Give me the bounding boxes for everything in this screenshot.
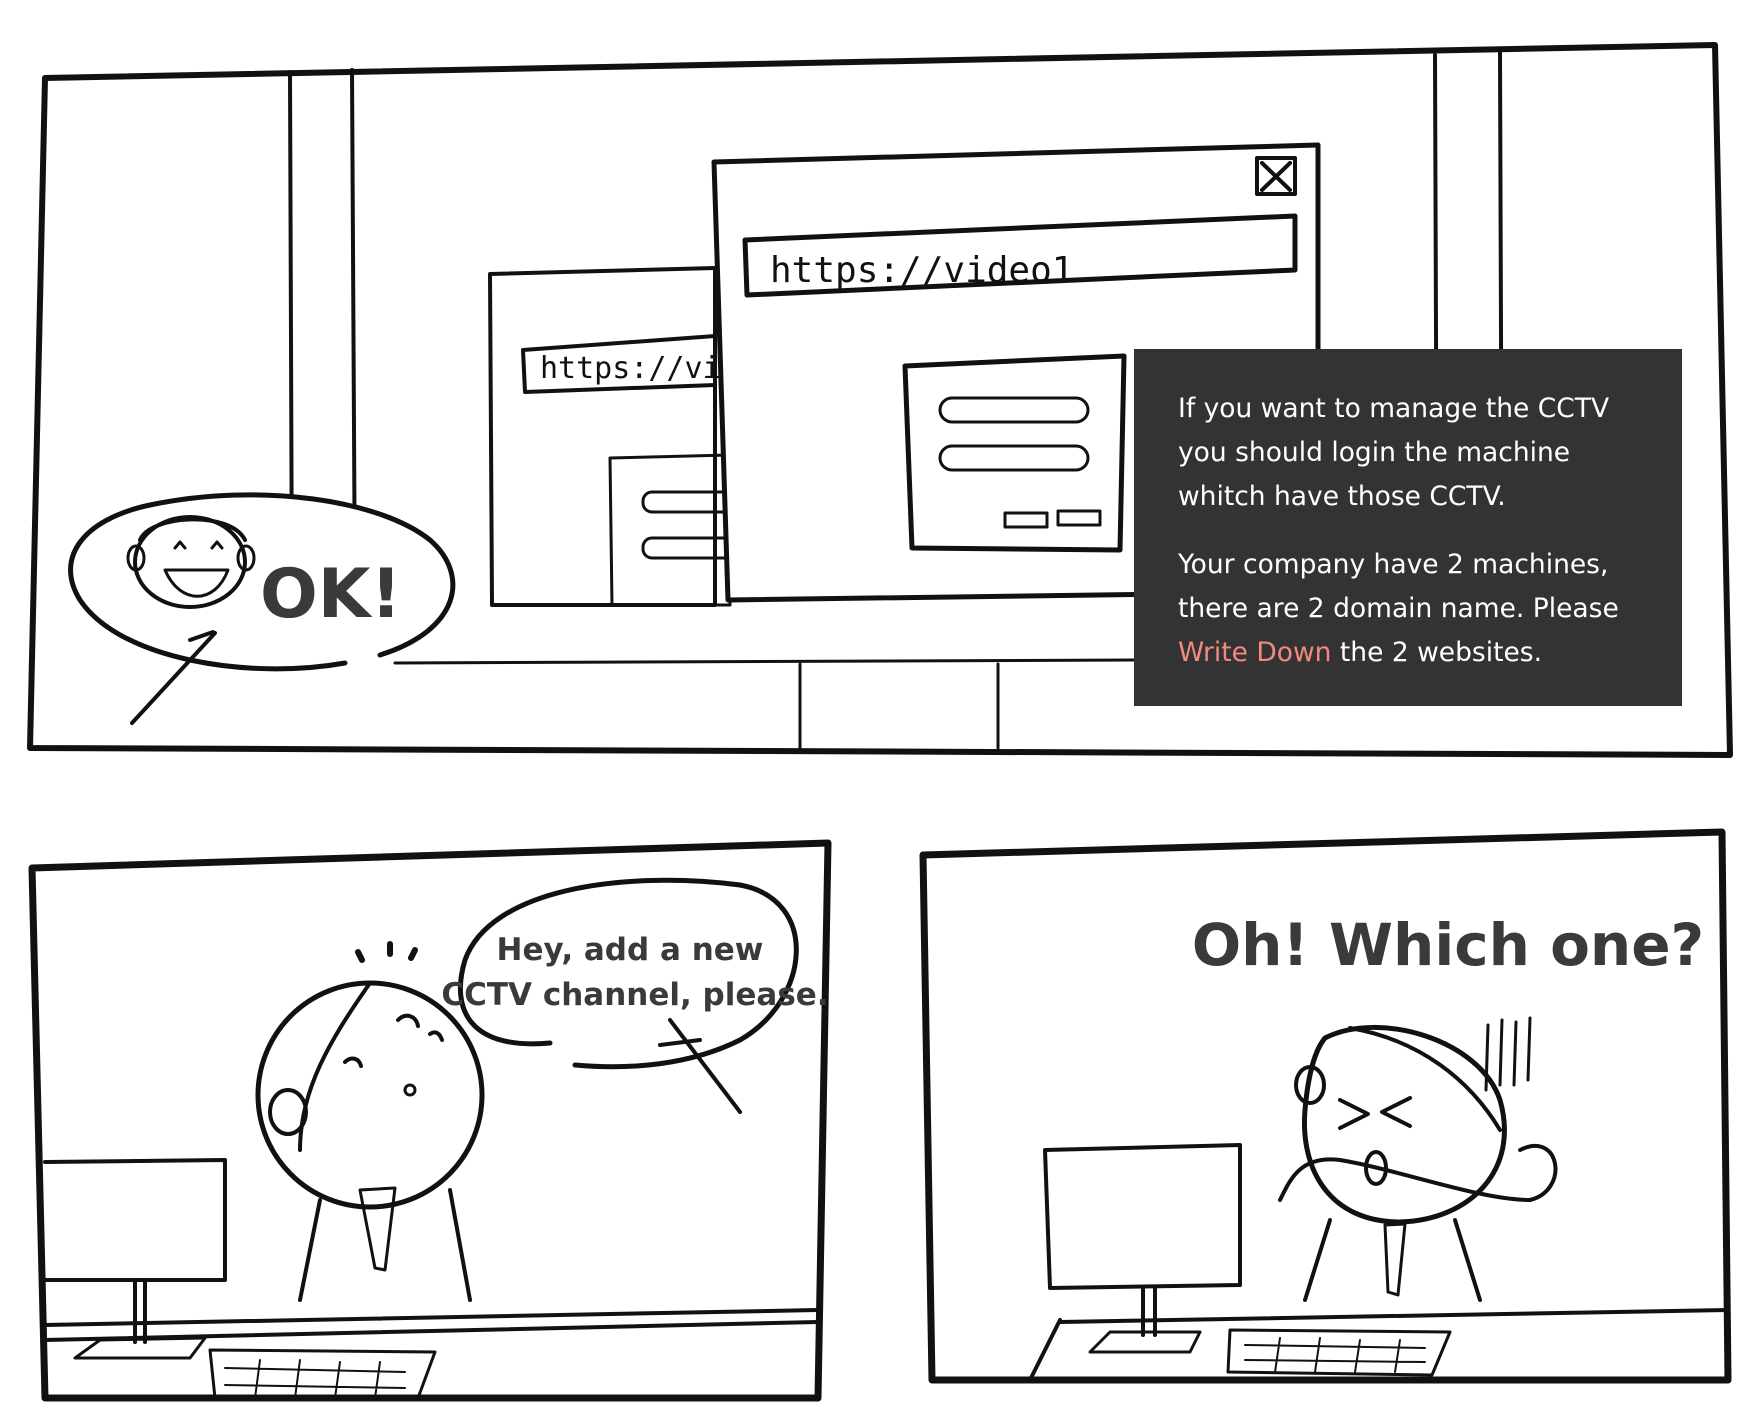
front-url-text: https://video1 [770, 250, 1073, 291]
back-url-text: https://vic [540, 351, 739, 386]
panel-3: Oh! Which one? [919, 828, 1732, 1384]
instruction-para-2: Your company have 2 machines, there are … [1178, 543, 1642, 675]
instruction-box: If you want to manage the CCTV you shoul… [1134, 349, 1682, 706]
ok-speech-bubble: OK! [68, 492, 456, 725]
back-browser-window: https://vic [488, 266, 739, 607]
instruction-para-2-end: the 2 websites. [1331, 637, 1542, 668]
request-speech-bubble: Hey, add a new CCTV channel, please. [441, 877, 829, 1114]
comic-page: https://vic https://video1 OK! Hey, add … [27, 42, 1733, 1402]
instruction-para-1: If you want to manage the CCTV you shoul… [1178, 393, 1610, 512]
ok-text: OK! [260, 555, 402, 634]
speech-line-1: Hey, add a new [497, 932, 764, 968]
write-down-highlight: Write Down [1178, 637, 1332, 668]
confused-character [1278, 1016, 1558, 1302]
speech-line-2: CCTV channel, please. [441, 977, 828, 1013]
panel-2: Hey, add a new CCTV channel, please. [28, 839, 832, 1402]
exclaim-text: Oh! Which one? [1192, 911, 1704, 979]
instruction-para-2-start: Your company have 2 machines, there are … [1178, 549, 1619, 624]
